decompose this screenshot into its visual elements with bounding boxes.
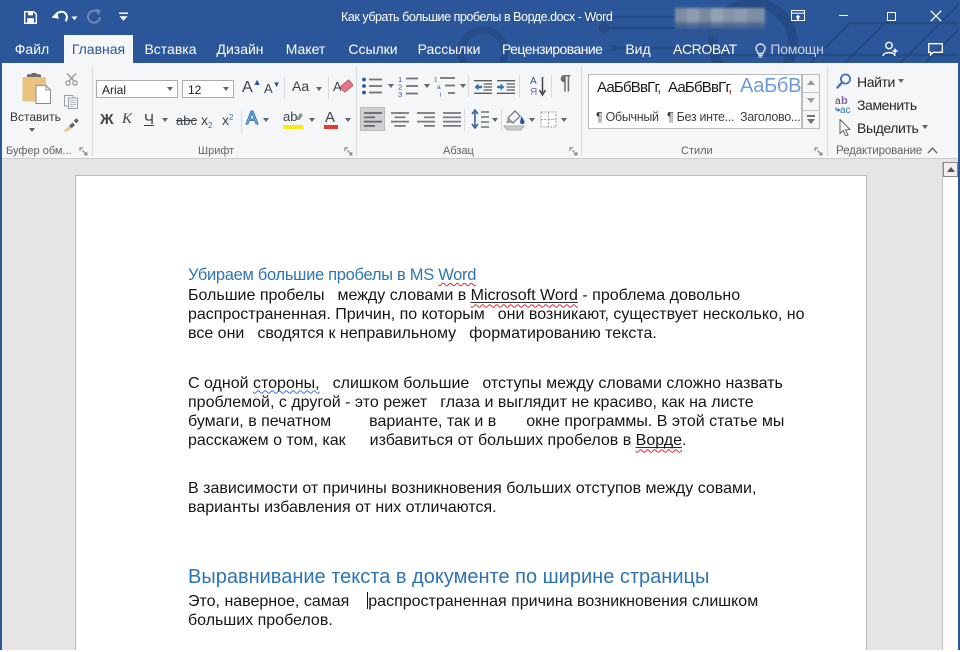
svg-text:3: 3 [398, 90, 402, 97]
svg-text:i: i [440, 92, 441, 98]
svg-text:Я: Я [530, 87, 537, 97]
svg-text:1: 1 [434, 77, 438, 84]
svg-text:А: А [530, 76, 537, 87]
svg-text:ac: ac [840, 105, 851, 114]
svg-text:a: a [437, 84, 441, 91]
